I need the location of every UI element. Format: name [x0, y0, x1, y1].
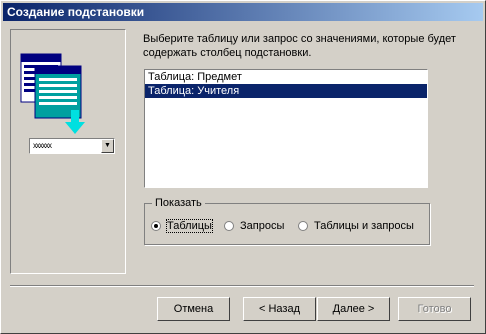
divider [10, 285, 474, 287]
list-item[interactable]: Таблица: Предмет [145, 70, 427, 84]
list-item-selected[interactable]: Таблица: Учителя [145, 84, 427, 98]
combo-sample-text: xxxxxx [33, 141, 52, 150]
radio-unchecked-icon[interactable] [224, 221, 234, 231]
radio-both[interactable]: Таблицы и запросы [298, 219, 415, 233]
radio-tables[interactable]: Таблицы [151, 219, 213, 233]
radio-queries[interactable]: Запросы [224, 219, 285, 233]
wizard-illustration-panel: xxxxxx ▼ [10, 29, 126, 274]
combo-dropdown-icon: ▼ [101, 139, 114, 153]
show-group-label: Показать [152, 197, 205, 209]
back-button[interactable]: < Назад [243, 297, 316, 321]
sample-combo-box: xxxxxx ▼ [29, 138, 115, 154]
radio-checked-icon[interactable] [151, 221, 161, 231]
cancel-button[interactable]: Отмена [157, 297, 230, 321]
instruction-text: Выберите таблицу или запрос со значениям… [143, 33, 456, 59]
radio-queries-label: Запросы [240, 220, 285, 232]
radio-unchecked-icon[interactable] [298, 221, 308, 231]
finish-button[interactable]: Готово [398, 297, 471, 321]
title-bar[interactable]: Создание подстановки [3, 3, 483, 21]
source-list-box[interactable]: Таблица: Предмет Таблица: Учителя [144, 69, 428, 188]
radio-tables-label: Таблицы [166, 219, 213, 233]
radio-both-label: Таблицы и запросы [314, 220, 414, 232]
window-title: Создание подстановки [7, 5, 145, 19]
next-button[interactable]: Далее > [317, 297, 390, 321]
